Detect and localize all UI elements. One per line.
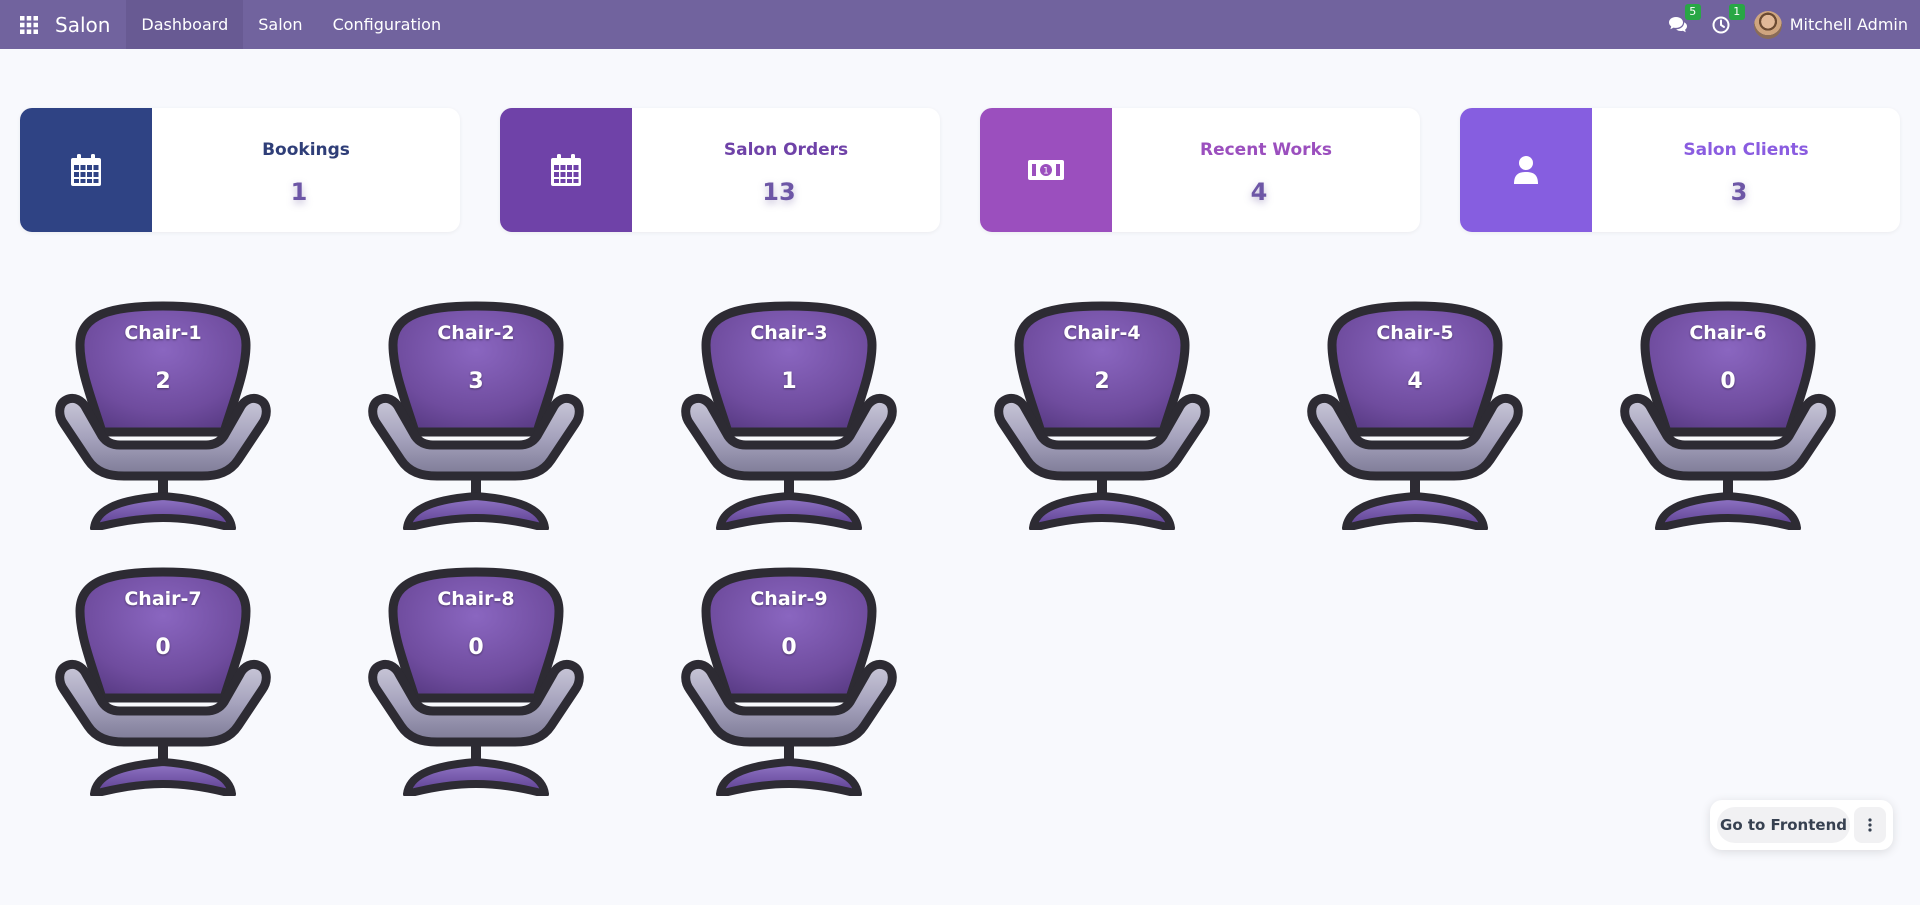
chair-booking-count: 2	[1094, 369, 1110, 394]
svg-text:1: 1	[1043, 167, 1049, 177]
card-value: 13	[762, 178, 796, 206]
activities-button[interactable]: 1	[1712, 3, 1745, 34]
chair-name: Chair-8	[437, 588, 515, 610]
more-options-button[interactable]	[1854, 807, 1886, 843]
chair-booking-count: 3	[468, 369, 484, 394]
bookings-card[interactable]: Bookings 1	[20, 108, 460, 232]
grid-icon	[20, 15, 38, 34]
chair-tile[interactable]: Chair-2 3	[365, 300, 587, 530]
chair-booking-count: 0	[468, 635, 484, 660]
salon-clients-card-body: Salon Clients 3	[1592, 108, 1900, 232]
apps-menu-button[interactable]	[0, 0, 58, 49]
user-icon	[1514, 156, 1538, 184]
chair-booking-count: 0	[155, 635, 171, 660]
top-navbar: Salon Dashboard Salon Configuration 5 1 …	[0, 0, 1920, 49]
main-menu: Dashboard Salon Configuration	[126, 0, 456, 49]
chair-name: Chair-1	[124, 322, 202, 344]
card-value: 3	[1730, 178, 1748, 206]
chair-tile[interactable]: Chair-5 4	[1304, 300, 1526, 530]
chair-booking-count: 2	[155, 369, 171, 394]
recent-works-card-body: Recent Works 4	[1112, 108, 1420, 232]
chair-name: Chair-2	[437, 322, 515, 344]
chair-tile[interactable]: Chair-3 1	[678, 300, 900, 530]
chair-name: Chair-6	[1689, 322, 1767, 344]
salon-orders-card-body: Salon Orders 13	[632, 108, 940, 232]
bookings-icon-panel	[20, 108, 152, 232]
calendar-icon	[551, 154, 581, 186]
salon-orders-icon-panel	[500, 108, 632, 232]
menu-item-dashboard[interactable]: Dashboard	[126, 0, 244, 49]
salon-clients-icon-panel	[1460, 108, 1592, 232]
frontend-toolbar: Go to Frontend	[1710, 800, 1893, 850]
chair-name: Chair-3	[750, 322, 828, 344]
menu-item-salon[interactable]: Salon	[243, 0, 317, 49]
chair-tile[interactable]: Chair-9 0	[678, 566, 900, 796]
vertical-dots-icon	[1868, 818, 1872, 832]
card-value: 4	[1250, 178, 1268, 206]
systray: 5 1 Mitchell Admin	[1668, 0, 1920, 49]
chair-name: Chair-9	[750, 588, 828, 610]
chair-tile[interactable]: Chair-4 2	[991, 300, 1213, 530]
activities-count-badge: 1	[1728, 3, 1745, 20]
card-title: Recent Works	[1199, 140, 1332, 160]
money-icon: 1	[1028, 160, 1064, 180]
card-value: 1	[290, 178, 308, 206]
chair-booking-count: 0	[1720, 369, 1736, 394]
card-title: Bookings	[262, 140, 350, 160]
chair-booking-count: 1	[781, 369, 797, 394]
chair-tile[interactable]: Chair-6 0	[1617, 300, 1839, 530]
bookings-card-body: Bookings 1	[152, 108, 460, 232]
chair-name: Chair-5	[1376, 322, 1454, 344]
chair-booking-count: 0	[781, 635, 797, 660]
clock-icon	[1712, 16, 1730, 33]
salon-orders-card[interactable]: Salon Orders 13	[500, 108, 940, 232]
card-title: Salon Orders	[723, 140, 849, 160]
menu-item-configuration[interactable]: Configuration	[318, 0, 457, 49]
user-menu[interactable]: Mitchell Admin	[1790, 15, 1908, 34]
go-to-frontend-button[interactable]: Go to Frontend	[1717, 807, 1850, 843]
app-title[interactable]: Salon	[55, 13, 126, 37]
chair-tile[interactable]: Chair-1 2	[52, 300, 274, 530]
recent-works-card[interactable]: 1 Recent Works 4	[980, 108, 1420, 232]
messages-count-badge: 5	[1684, 3, 1701, 20]
chair-booking-count: 4	[1407, 369, 1423, 394]
messages-button[interactable]: 5	[1668, 3, 1701, 34]
chair-tile[interactable]: Chair-7 0	[52, 566, 274, 796]
chair-tile[interactable]: Chair-8 0	[365, 566, 587, 796]
chair-name: Chair-4	[1063, 322, 1141, 344]
calendar-icon	[71, 154, 101, 186]
chair-name: Chair-7	[124, 588, 202, 610]
user-avatar[interactable]	[1753, 10, 1782, 39]
salon-clients-card[interactable]: Salon Clients 3	[1460, 108, 1900, 232]
recent-works-icon-panel: 1	[980, 108, 1112, 232]
card-title: Salon Clients	[1683, 140, 1809, 160]
